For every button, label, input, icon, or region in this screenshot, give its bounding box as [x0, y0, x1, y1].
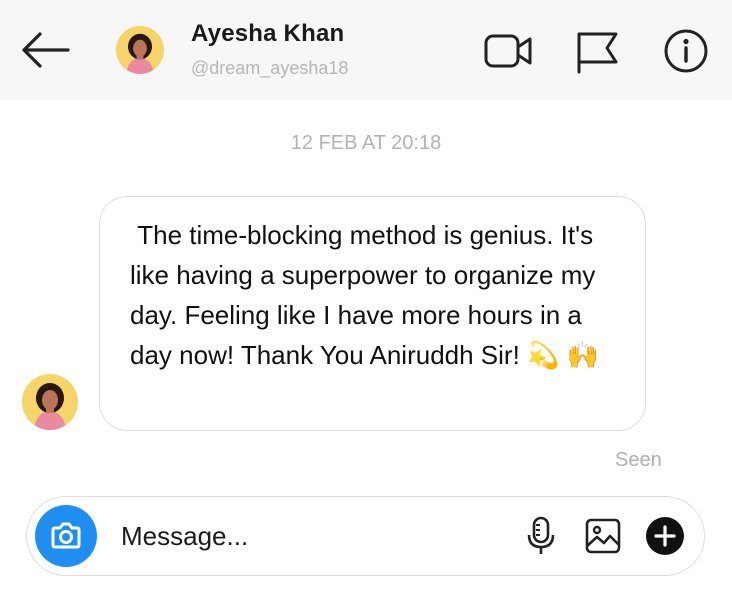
camera-button[interactable] — [35, 505, 97, 567]
arrow-left-icon — [22, 32, 70, 68]
back-button[interactable] — [18, 28, 72, 72]
plus-circle-icon — [646, 517, 684, 555]
message-composer — [26, 496, 705, 576]
info-icon — [664, 29, 708, 73]
contact-handle: @dream_ayesha18 — [191, 58, 349, 78]
seen-status: Seen — [615, 449, 662, 471]
voice-message-button[interactable] — [521, 515, 561, 557]
flag-icon — [577, 32, 618, 74]
info-button[interactable] — [662, 28, 710, 74]
contact-name[interactable]: Ayesha Khan — [191, 20, 344, 48]
video-call-button[interactable] — [484, 28, 532, 74]
gallery-icon — [585, 518, 621, 554]
contact-avatar[interactable] — [116, 26, 164, 74]
message-bubble[interactable]: The time-blocking method is genius. It's… — [99, 196, 646, 431]
report-button[interactable] — [574, 28, 622, 74]
camera-icon — [51, 522, 81, 549]
sender-avatar[interactable] — [22, 374, 78, 430]
message-text: The time-blocking method is genius. It's… — [130, 220, 603, 370]
video-camera-icon — [484, 34, 532, 68]
chat-header: Ayesha Khan @dream_ayesha18 — [0, 0, 732, 100]
add-button[interactable] — [645, 515, 685, 557]
message-input[interactable] — [121, 515, 501, 557]
microphone-icon — [527, 516, 555, 554]
gallery-button[interactable] — [583, 515, 623, 557]
message-timestamp: 12 FEB AT 20:18 — [290, 132, 442, 154]
